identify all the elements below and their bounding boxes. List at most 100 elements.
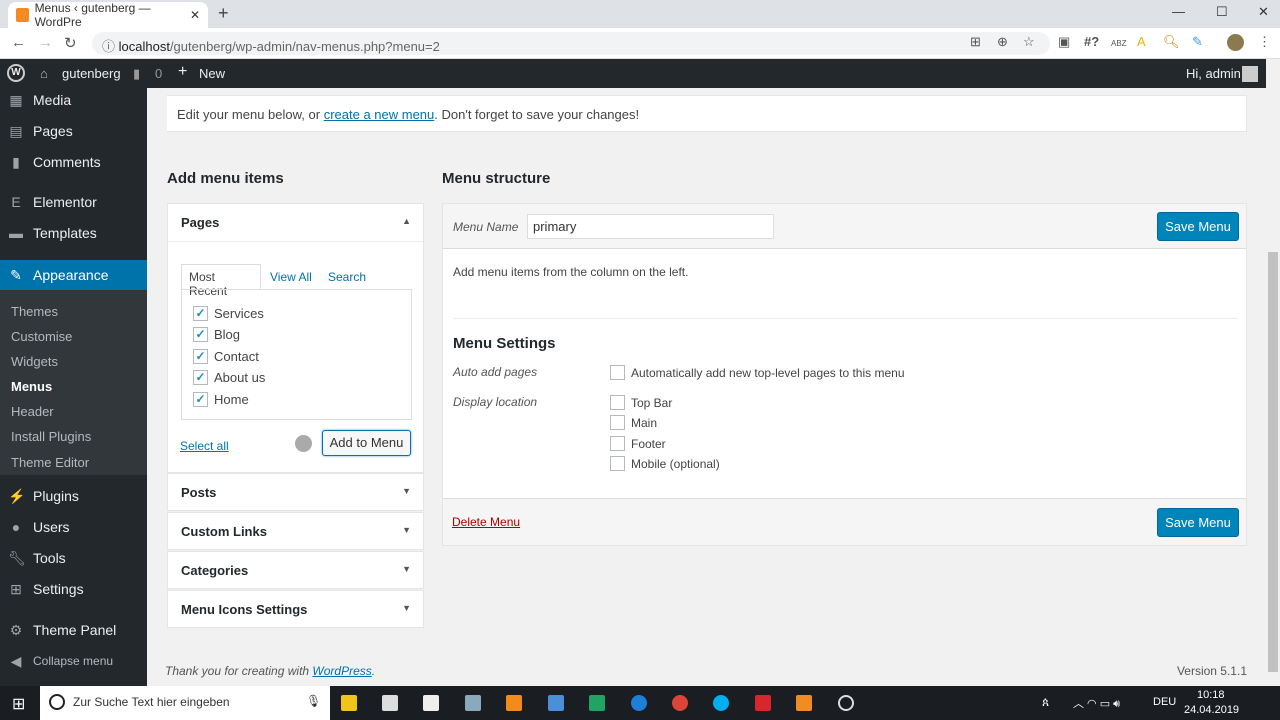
accordion-posts[interactable]: Posts ▼: [167, 473, 424, 511]
store-icon[interactable]: [382, 695, 398, 711]
add-to-menu-button[interactable]: Add to Menu: [322, 430, 411, 456]
create-new-menu-link[interactable]: create a new menu: [324, 107, 435, 122]
new-tab-icon[interactable]: +: [218, 3, 229, 24]
translate-icon[interactable]: ⊞: [970, 34, 981, 50]
comment-icon[interactable]: ▮: [133, 66, 140, 82]
collapse-menu-button[interactable]: ◀ Collapse menu: [0, 646, 147, 676]
sidebar-item-settings[interactable]: ⊞ Settings: [0, 574, 147, 604]
save-menu-button-top[interactable]: Save Menu: [1157, 212, 1239, 241]
select-all-link[interactable]: Select all: [180, 439, 229, 453]
taskbar-search[interactable]: Zur Suche Text hier eingeben 🎙︎: [40, 686, 330, 720]
submenu-install-plugins[interactable]: Install Plugins: [11, 429, 91, 444]
pages-section-title[interactable]: Pages: [181, 215, 219, 230]
maximize-icon[interactable]: ☐: [1216, 4, 1228, 20]
obs-icon[interactable]: [838, 695, 854, 711]
sidebar-item-users[interactable]: ● Users: [0, 512, 147, 542]
checkbox-blog[interactable]: ✓: [193, 327, 208, 342]
site-name-link[interactable]: gutenberg: [62, 66, 121, 81]
forward-icon[interactable]: →: [38, 34, 53, 51]
zoom-icon[interactable]: ⊕: [997, 34, 1008, 50]
new-content-link[interactable]: New: [199, 66, 225, 81]
account-link[interactable]: Hi, admin: [1186, 66, 1241, 81]
app-icon[interactable]: [465, 695, 481, 711]
menu-name-input[interactable]: primary: [527, 214, 774, 239]
scrollbar[interactable]: [1266, 59, 1280, 686]
close-tab-icon[interactable]: ✕: [190, 8, 200, 22]
sidebar-item-media[interactable]: ▦ Media: [0, 85, 147, 115]
location-footer-checkbox[interactable]: [610, 436, 625, 451]
tab-most-recent[interactable]: Most Recent: [181, 264, 261, 298]
vlc-icon[interactable]: [506, 695, 522, 711]
wordpress-logo-icon[interactable]: W: [7, 64, 25, 82]
home-icon[interactable]: ⌂: [40, 66, 48, 81]
accordion-categories[interactable]: Categories ▼: [167, 551, 424, 589]
auto-add-checkbox[interactable]: [610, 365, 625, 380]
sidebar-item-tools[interactable]: 🔧︎ Tools: [0, 543, 147, 573]
media-icon: ▦: [9, 91, 23, 108]
wrench-icon: 🔧︎: [8, 549, 26, 566]
submenu-themes[interactable]: Themes: [11, 304, 58, 319]
edge-icon[interactable]: [631, 695, 647, 711]
sidebar-item-theme-panel[interactable]: ⚙ Theme Panel: [0, 615, 147, 645]
extension-a-icon[interactable]: A: [1137, 34, 1146, 49]
minimize-icon[interactable]: —: [1172, 4, 1185, 19]
people-icon[interactable]: ጰ: [1042, 695, 1049, 710]
tab-search[interactable]: Search: [328, 270, 366, 284]
label: Custom Links: [181, 524, 267, 539]
sidebar-item-comments[interactable]: ▮ Comments: [0, 147, 147, 177]
sidebar-item-templates[interactable]: ▬ Templates: [0, 218, 147, 248]
browser-tab[interactable]: Menus ‹ gutenberg — WordPre ✕: [8, 1, 208, 29]
tab-view-all[interactable]: View All: [270, 270, 312, 284]
extension-search-icon[interactable]: 🔍︎: [1163, 34, 1180, 50]
sidebar-item-pages[interactable]: ▤ Pages: [0, 116, 147, 146]
avira-icon[interactable]: [755, 695, 771, 711]
delete-menu-link[interactable]: Delete Menu: [452, 515, 520, 529]
file-explorer-icon[interactable]: [341, 695, 357, 711]
windows-start-icon[interactable]: ⊞: [12, 694, 25, 714]
version-text: Version 5.1.1: [1176, 664, 1247, 678]
sidebar-item-plugins[interactable]: ⚡ Plugins: [0, 481, 147, 511]
save-menu-button-bottom[interactable]: Save Menu: [1157, 508, 1239, 537]
user-avatar[interactable]: [1242, 66, 1258, 82]
submenu-menus[interactable]: Menus: [11, 379, 52, 394]
profile-avatar[interactable]: [1227, 34, 1244, 51]
app-icon[interactable]: [548, 695, 564, 711]
location-main-checkbox[interactable]: [610, 415, 625, 430]
language-indicator[interactable]: DEU: [1153, 696, 1176, 708]
menu-kebab-icon[interactable]: ⋮: [1258, 34, 1271, 50]
submenu-theme-editor[interactable]: Theme Editor: [11, 455, 89, 470]
checkbox-services[interactable]: ✓: [193, 306, 208, 321]
menu-header: Menu Name primary Save Menu: [443, 204, 1246, 249]
eyedropper-icon[interactable]: ✎: [1192, 34, 1203, 50]
chrome-icon[interactable]: [672, 695, 688, 711]
checkbox-about-us[interactable]: ✓: [193, 370, 208, 385]
mail-icon[interactable]: [423, 695, 439, 711]
xampp-icon[interactable]: [796, 695, 812, 711]
sidebar-item-elementor[interactable]: E Elementor: [0, 187, 147, 217]
excel-icon[interactable]: [589, 695, 605, 711]
reload-icon[interactable]: ↻: [64, 34, 77, 52]
clock-date[interactable]: 24.04.2019: [1184, 704, 1239, 716]
extension-fb-icon[interactable]: ▣: [1058, 34, 1070, 50]
submenu-widgets[interactable]: Widgets: [11, 354, 58, 369]
submenu-header[interactable]: Header: [11, 404, 54, 419]
url-input[interactable]: ⓘ localhost/gutenberg/wp-admin/nav-menus…: [92, 32, 1050, 55]
wordpress-link[interactable]: WordPress: [312, 664, 371, 678]
accordion-custom-links[interactable]: Custom Links ▼: [167, 512, 424, 550]
extension-abz-icon[interactable]: ABZ: [1111, 39, 1127, 48]
checkbox-home[interactable]: ✓: [193, 392, 208, 407]
bookmark-star-icon[interactable]: ☆: [1023, 34, 1035, 50]
extension-hash-icon[interactable]: #?: [1084, 34, 1099, 49]
back-icon[interactable]: ←: [11, 34, 26, 51]
collapse-arrow-icon[interactable]: ▲: [402, 216, 411, 226]
accordion-menu-icons-settings[interactable]: Menu Icons Settings ▼: [167, 590, 424, 628]
location-mobile-checkbox[interactable]: [610, 456, 625, 471]
sidebar-item-appearance[interactable]: ✎ Appearance: [0, 260, 147, 290]
location-top-bar-checkbox[interactable]: [610, 395, 625, 410]
submenu-customise[interactable]: Customise: [11, 329, 72, 344]
system-tray-icons[interactable]: ︿ ◠ ▭ 🔊︎: [1073, 695, 1120, 711]
skype-icon[interactable]: [713, 695, 729, 711]
clock-time[interactable]: 10:18: [1197, 689, 1225, 701]
close-window-icon[interactable]: ✕: [1258, 4, 1269, 20]
checkbox-contact[interactable]: ✓: [193, 349, 208, 364]
